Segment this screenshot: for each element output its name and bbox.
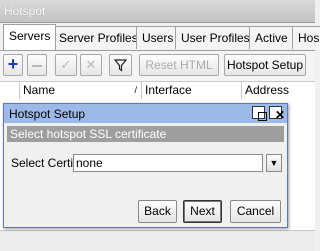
window-title: Hotspot	[4, 4, 46, 18]
dialog-title: Hotspot Setup	[9, 107, 86, 121]
close-icon: ✕	[275, 108, 286, 122]
remove-button[interactable]	[27, 54, 47, 76]
tab-hosts[interactable]: Hos	[292, 26, 320, 49]
disable-button[interactable]: ✕	[80, 54, 102, 76]
close-button[interactable]: ✕	[269, 106, 286, 122]
tab-active[interactable]: Active	[249, 26, 294, 49]
enable-icon: ✓	[60, 57, 72, 72]
dialog-step-title: Select hotspot SSL certificate	[7, 126, 284, 142]
tab-server-profiles[interactable]: Server Profiles	[53, 26, 144, 49]
enable-button[interactable]: ✓	[55, 54, 77, 76]
restore-icon	[258, 112, 267, 121]
sort-arrow-icon: /	[134, 85, 137, 95]
add-button[interactable]: +	[3, 54, 23, 76]
filter-button[interactable]	[109, 54, 132, 76]
add-icon: +	[7, 54, 19, 74]
hotspot-setup-dialog: Hotspot Setup ✕ Select hotspot SSL certi…	[3, 103, 288, 228]
dropdown-arrow-icon: ▼	[269, 158, 279, 168]
back-button[interactable]: Back	[138, 200, 177, 223]
cancel-button[interactable]: Cancel	[230, 200, 281, 223]
reset-html-button[interactable]: Reset HTML	[139, 54, 219, 76]
remove-icon	[32, 64, 42, 67]
table-header: Name / Interface Address Pool	[0, 81, 315, 114]
certificate-field[interactable]: none	[73, 154, 263, 172]
window-titlebar: Hotspot	[0, 0, 315, 23]
tab-servers[interactable]: Servers	[3, 24, 57, 50]
disable-icon: ✕	[85, 57, 97, 72]
tab-user-profiles[interactable]: User Profiles	[175, 26, 256, 49]
header-name-label: Name	[23, 83, 56, 97]
next-button[interactable]: Next	[183, 200, 222, 223]
filter-icon	[113, 59, 128, 72]
header-flag-column[interactable]	[0, 82, 20, 99]
certificate-dropdown-button[interactable]: ▼	[266, 154, 282, 172]
tab-users[interactable]: Users	[136, 26, 180, 49]
tab-bar: Servers Server Profiles Users User Profi…	[0, 24, 320, 50]
hotspot-setup-button[interactable]: Hotspot Setup	[224, 54, 306, 76]
restore-button[interactable]	[252, 106, 267, 121]
header-name[interactable]: Name /	[20, 82, 142, 99]
dialog-titlebar: Hotspot Setup ✕	[4, 104, 287, 123]
header-interface[interactable]: Interface	[142, 82, 242, 99]
toolbar: + ✓ ✕ Reset HTML Hotspot Setup	[0, 51, 315, 81]
header-address-pool[interactable]: Address Pool	[242, 82, 315, 114]
status-bar	[0, 230, 315, 251]
